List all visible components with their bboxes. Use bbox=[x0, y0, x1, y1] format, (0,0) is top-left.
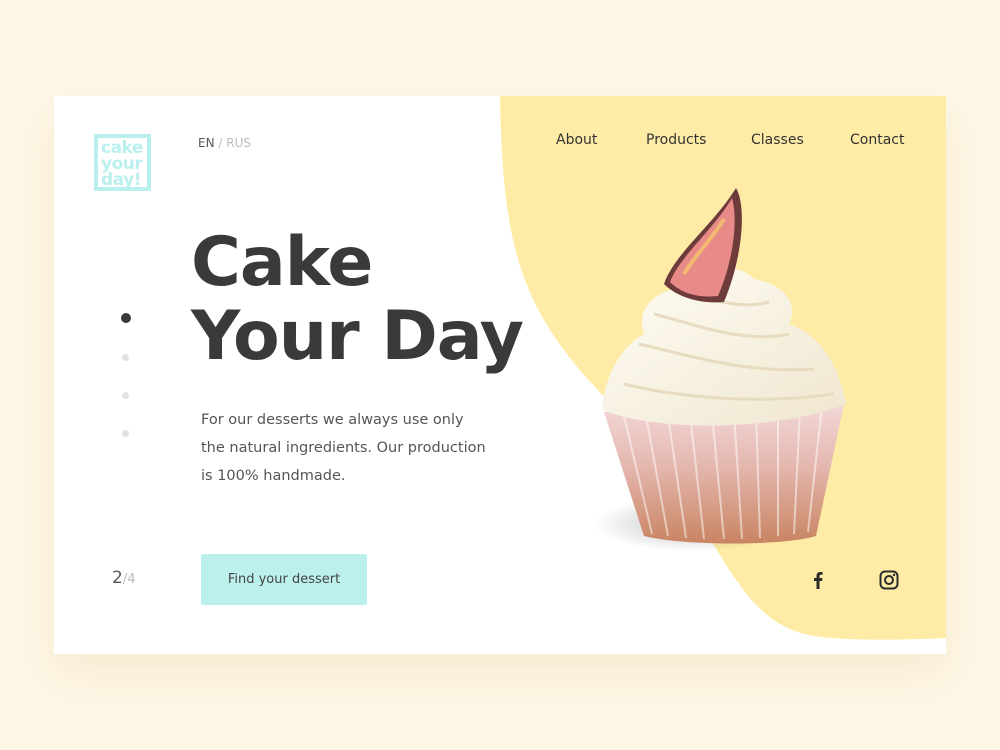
language-switcher: EN / RUS bbox=[198, 136, 251, 150]
slide-total: /4 bbox=[122, 572, 136, 587]
nav-classes[interactable]: Classes bbox=[751, 132, 804, 148]
slide-counter: 2/4 bbox=[112, 568, 135, 588]
slide-dot[interactable] bbox=[122, 430, 129, 437]
slide-dot[interactable] bbox=[122, 392, 129, 399]
nav-contact[interactable]: Contact bbox=[850, 132, 904, 148]
title-line-1: Cake bbox=[191, 223, 373, 302]
instagram-icon[interactable] bbox=[877, 568, 901, 592]
lang-en[interactable]: EN bbox=[198, 136, 215, 150]
hero-description: For our desserts we always use only the … bbox=[201, 412, 486, 484]
slide-dot-active[interactable] bbox=[121, 313, 131, 323]
nav-about[interactable]: About bbox=[556, 132, 597, 148]
slide-dot[interactable] bbox=[122, 354, 129, 361]
facebook-icon[interactable] bbox=[806, 568, 830, 592]
page-title: Cake Your Day bbox=[191, 223, 524, 376]
slide-current: 2 bbox=[112, 568, 123, 588]
slide-indicator bbox=[121, 313, 131, 468]
brand-logo[interactable]: cake your day! bbox=[94, 134, 151, 191]
title-line-2: Your Day bbox=[191, 297, 524, 376]
find-dessert-button[interactable]: Find your dessert bbox=[201, 554, 367, 605]
nav-products[interactable]: Products bbox=[646, 132, 706, 148]
lang-separator: / bbox=[214, 136, 227, 150]
lang-rus[interactable]: RUS bbox=[226, 136, 251, 150]
cupcake-image bbox=[594, 188, 846, 552]
hero-card: cake your day! EN / RUS About Products C… bbox=[54, 96, 946, 654]
